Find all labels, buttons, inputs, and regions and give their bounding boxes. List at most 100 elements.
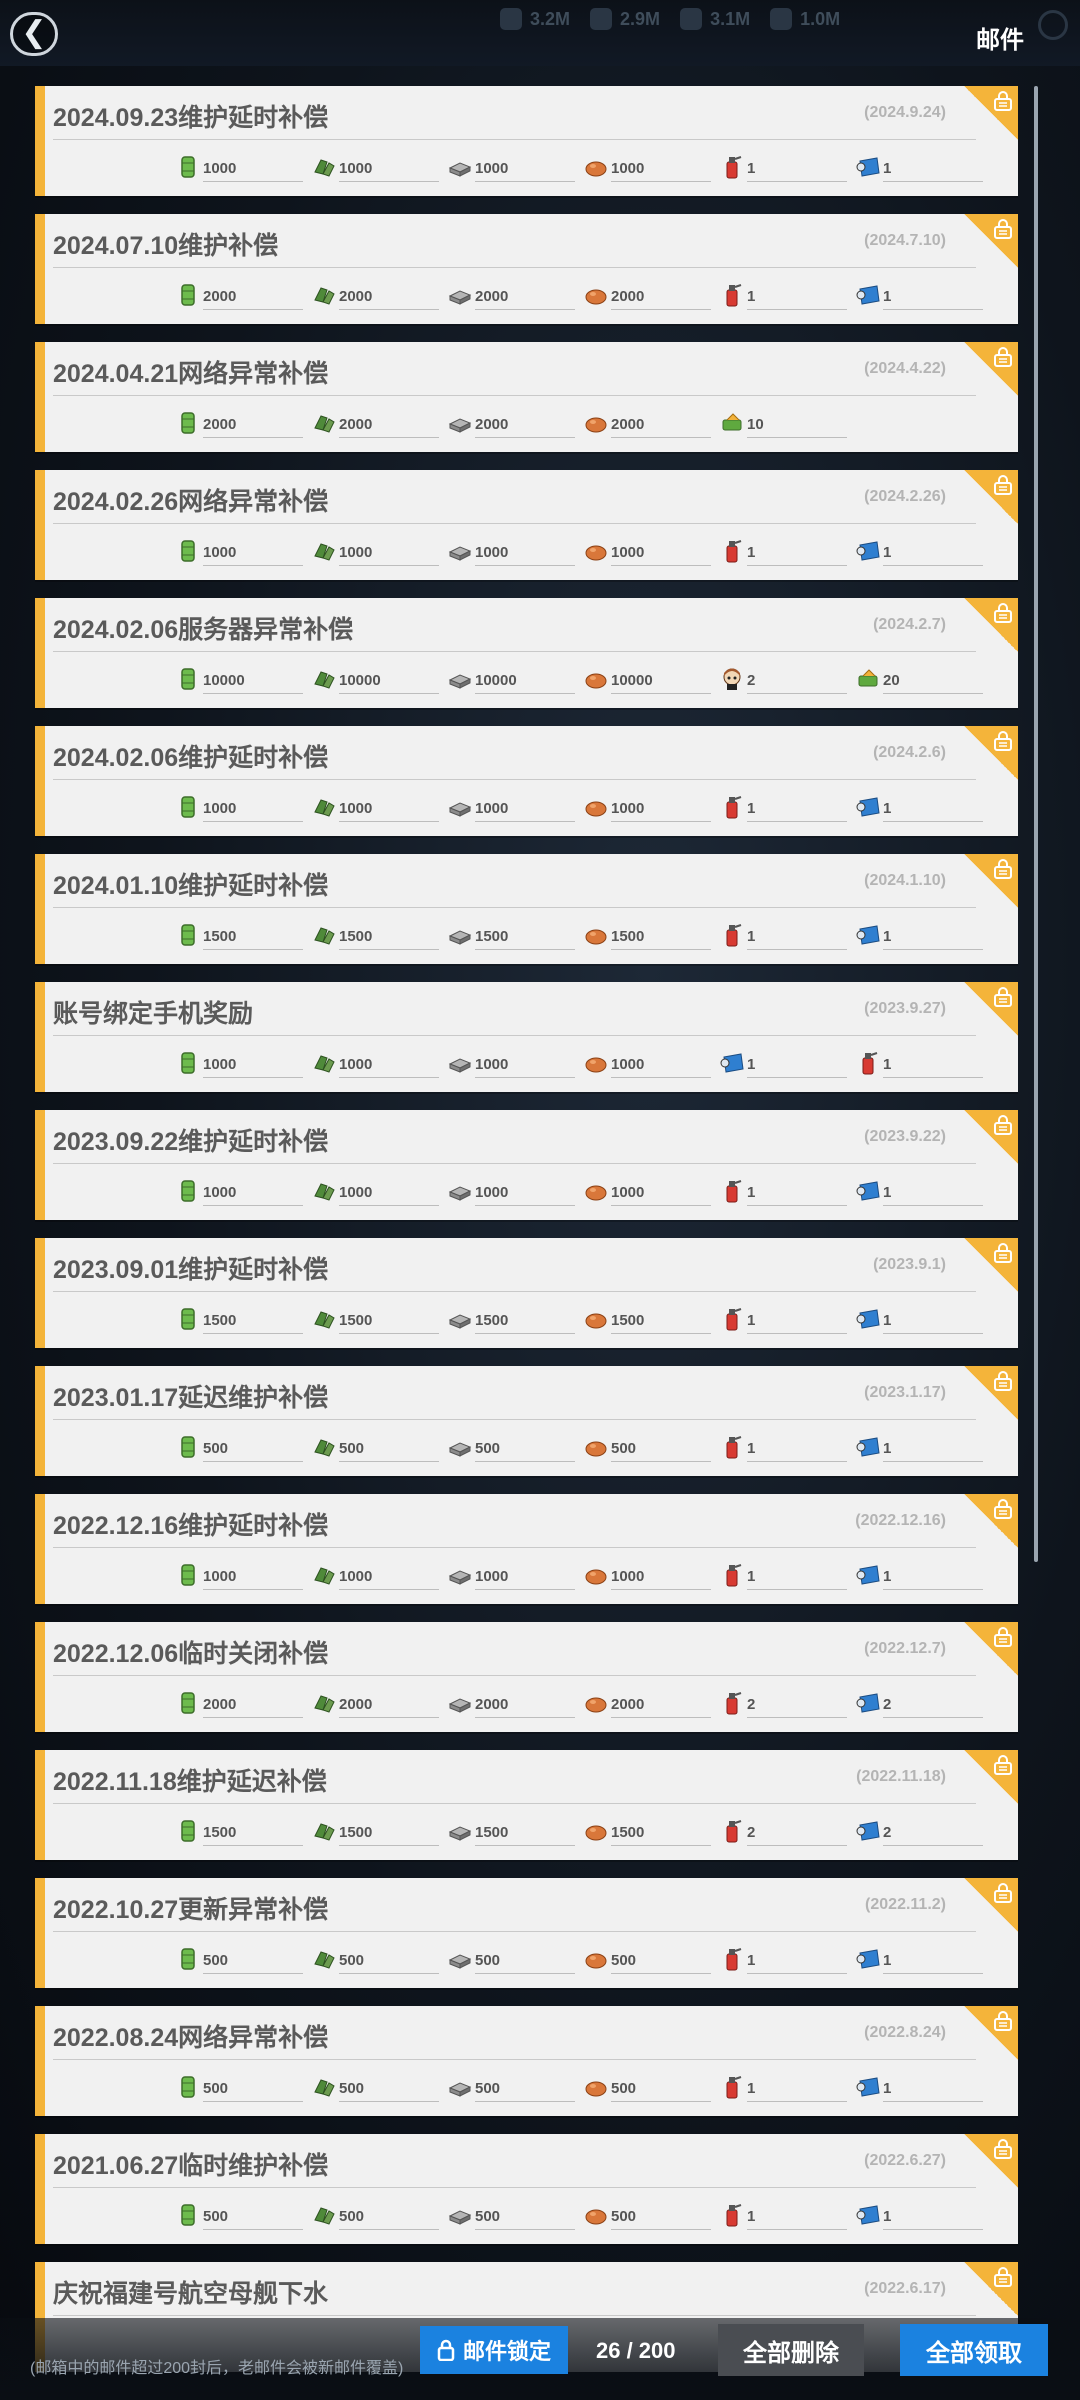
delete-all-button[interactable]: 全部删除 [718,2324,864,2376]
reward-item[interactable]: 1 [855,918,985,954]
mail-item[interactable]: 2023.09.01维护延时补偿 (2023.9.1) 1500 1500 15… [35,1238,1018,1348]
lock-icon[interactable] [992,730,1014,752]
reward-item[interactable]: 1 [719,918,849,954]
reward-item[interactable]: 1 [855,150,985,186]
reward-item[interactable]: 2000 [447,1686,577,1722]
reward-item[interactable]: 500 [583,2198,713,2234]
mail-item[interactable]: 2024.09.23维护延时补偿 (2024.9.24) 1000 1000 1… [35,86,1018,196]
reward-item[interactable]: 1 [719,534,849,570]
reward-item[interactable]: 1000 [175,790,305,826]
lock-icon[interactable] [992,90,1014,112]
back-button[interactable]: ❮ [10,12,58,56]
lock-icon[interactable] [992,1114,1014,1136]
reward-item[interactable]: 2000 [311,278,441,314]
reward-item[interactable]: 500 [311,2070,441,2106]
reward-item[interactable]: 1000 [311,534,441,570]
reward-item[interactable]: 500 [583,2070,713,2106]
reward-item[interactable]: 2 [719,1814,849,1850]
lock-icon[interactable] [992,1498,1014,1520]
reward-item[interactable]: 1500 [311,1302,441,1338]
reward-item[interactable]: 2000 [447,406,577,442]
lock-icon[interactable] [992,1754,1014,1776]
lock-icon[interactable] [992,474,1014,496]
lock-icon[interactable] [992,1370,1014,1392]
reward-item[interactable]: 1 [855,534,985,570]
reward-item[interactable]: 1000 [447,1558,577,1594]
reward-item[interactable]: 1000 [447,790,577,826]
mail-item[interactable]: 2024.01.10维护延时补偿 (2024.1.10) 1500 1500 1… [35,854,1018,964]
reward-item[interactable]: 1 [719,1174,849,1210]
reward-item[interactable]: 1000 [311,1558,441,1594]
reward-item[interactable]: 500 [175,1430,305,1466]
reward-item[interactable]: 500 [311,1430,441,1466]
lock-icon[interactable] [992,1626,1014,1648]
reward-item[interactable]: 10000 [175,662,305,698]
reward-item[interactable]: 500 [311,1942,441,1978]
reward-item[interactable]: 2000 [175,278,305,314]
lock-icon[interactable] [992,602,1014,624]
reward-item[interactable]: 10000 [311,662,441,698]
reward-item[interactable]: 1 [719,1558,849,1594]
reward-item[interactable]: 1 [719,1430,849,1466]
reward-item[interactable]: 1 [855,1302,985,1338]
reward-item[interactable]: 500 [447,1942,577,1978]
mail-item[interactable]: 2024.07.10维护补偿 (2024.7.10) 2000 2000 200… [35,214,1018,324]
reward-item[interactable]: 1000 [583,534,713,570]
reward-item[interactable]: 1500 [311,918,441,954]
reward-item[interactable]: 2000 [311,1686,441,1722]
lock-icon[interactable] [992,986,1014,1008]
reward-item[interactable]: 2 [855,1814,985,1850]
reward-item[interactable]: 1 [855,278,985,314]
reward-item[interactable]: 1 [855,1046,985,1082]
reward-item[interactable]: 1000 [583,1558,713,1594]
reward-item[interactable]: 500 [583,1430,713,1466]
reward-item[interactable]: 1 [855,2070,985,2106]
reward-item[interactable]: 1500 [447,1302,577,1338]
reward-item[interactable]: 1500 [447,1814,577,1850]
reward-item[interactable]: 1000 [175,1174,305,1210]
reward-item[interactable]: 1500 [583,918,713,954]
reward-item[interactable]: 1000 [175,150,305,186]
mail-item[interactable]: 2024.04.21网络异常补偿 (2024.4.22) 2000 2000 2… [35,342,1018,452]
mail-item[interactable]: 2021.06.27临时维护补偿 (2022.6.27) 500 500 500… [35,2134,1018,2244]
reward-item[interactable]: 1000 [447,534,577,570]
reward-item[interactable]: 1000 [583,150,713,186]
reward-item[interactable]: 2000 [583,278,713,314]
reward-item[interactable]: 500 [175,2070,305,2106]
mail-item[interactable]: 2023.09.22维护延时补偿 (2023.9.22) 1000 1000 1… [35,1110,1018,1220]
reward-item[interactable]: 1000 [583,1174,713,1210]
reward-item[interactable]: 500 [175,2198,305,2234]
reward-item[interactable]: 500 [447,1430,577,1466]
reward-item[interactable]: 1000 [175,1558,305,1594]
mail-item[interactable]: 2024.02.26网络异常补偿 (2024.2.26) 1000 1000 1… [35,470,1018,580]
reward-item[interactable]: 500 [447,2070,577,2106]
mail-item[interactable]: 2022.12.06临时关闭补偿 (2022.12.7) 2000 2000 2… [35,1622,1018,1732]
lock-icon[interactable] [992,2266,1014,2288]
reward-item[interactable]: 1000 [175,1046,305,1082]
reward-item[interactable]: 2000 [175,406,305,442]
mail-item[interactable]: 2022.12.16维护延时补偿 (2022.12.16) 1000 1000 … [35,1494,1018,1604]
mail-item[interactable]: 2022.10.27更新异常补偿 (2022.11.2) 500 500 500… [35,1878,1018,1988]
mail-item[interactable]: 2024.02.06维护延时补偿 (2024.2.6) 1000 1000 10… [35,726,1018,836]
lock-icon[interactable] [992,1242,1014,1264]
reward-item[interactable]: 1000 [447,1174,577,1210]
reward-item[interactable]: 1 [719,2198,849,2234]
mail-item[interactable]: 2022.11.18维护延迟补偿 (2022.11.18) 1500 1500 … [35,1750,1018,1860]
reward-item[interactable]: 1000 [311,150,441,186]
reward-item[interactable]: 20 [855,662,985,698]
reward-item[interactable]: 1500 [311,1814,441,1850]
reward-item[interactable]: 1000 [447,1046,577,1082]
reward-item[interactable]: 2 [719,662,849,698]
reward-item[interactable]: 1 [719,2070,849,2106]
reward-item[interactable]: 1 [719,1046,849,1082]
lock-icon[interactable] [992,218,1014,240]
reward-item[interactable]: 1000 [447,150,577,186]
reward-item[interactable]: 1500 [175,1814,305,1850]
reward-item[interactable]: 1500 [447,918,577,954]
reward-item[interactable]: 2 [719,1686,849,1722]
reward-item[interactable]: 2000 [583,1686,713,1722]
mail-item[interactable]: 账号绑定手机奖励 (2023.9.27) 1000 1000 1000 1000… [35,982,1018,1092]
reward-item[interactable]: 1 [855,1942,985,1978]
mail-lock-button[interactable]: 邮件锁定 [420,2326,568,2374]
reward-item[interactable]: 1 [719,1302,849,1338]
